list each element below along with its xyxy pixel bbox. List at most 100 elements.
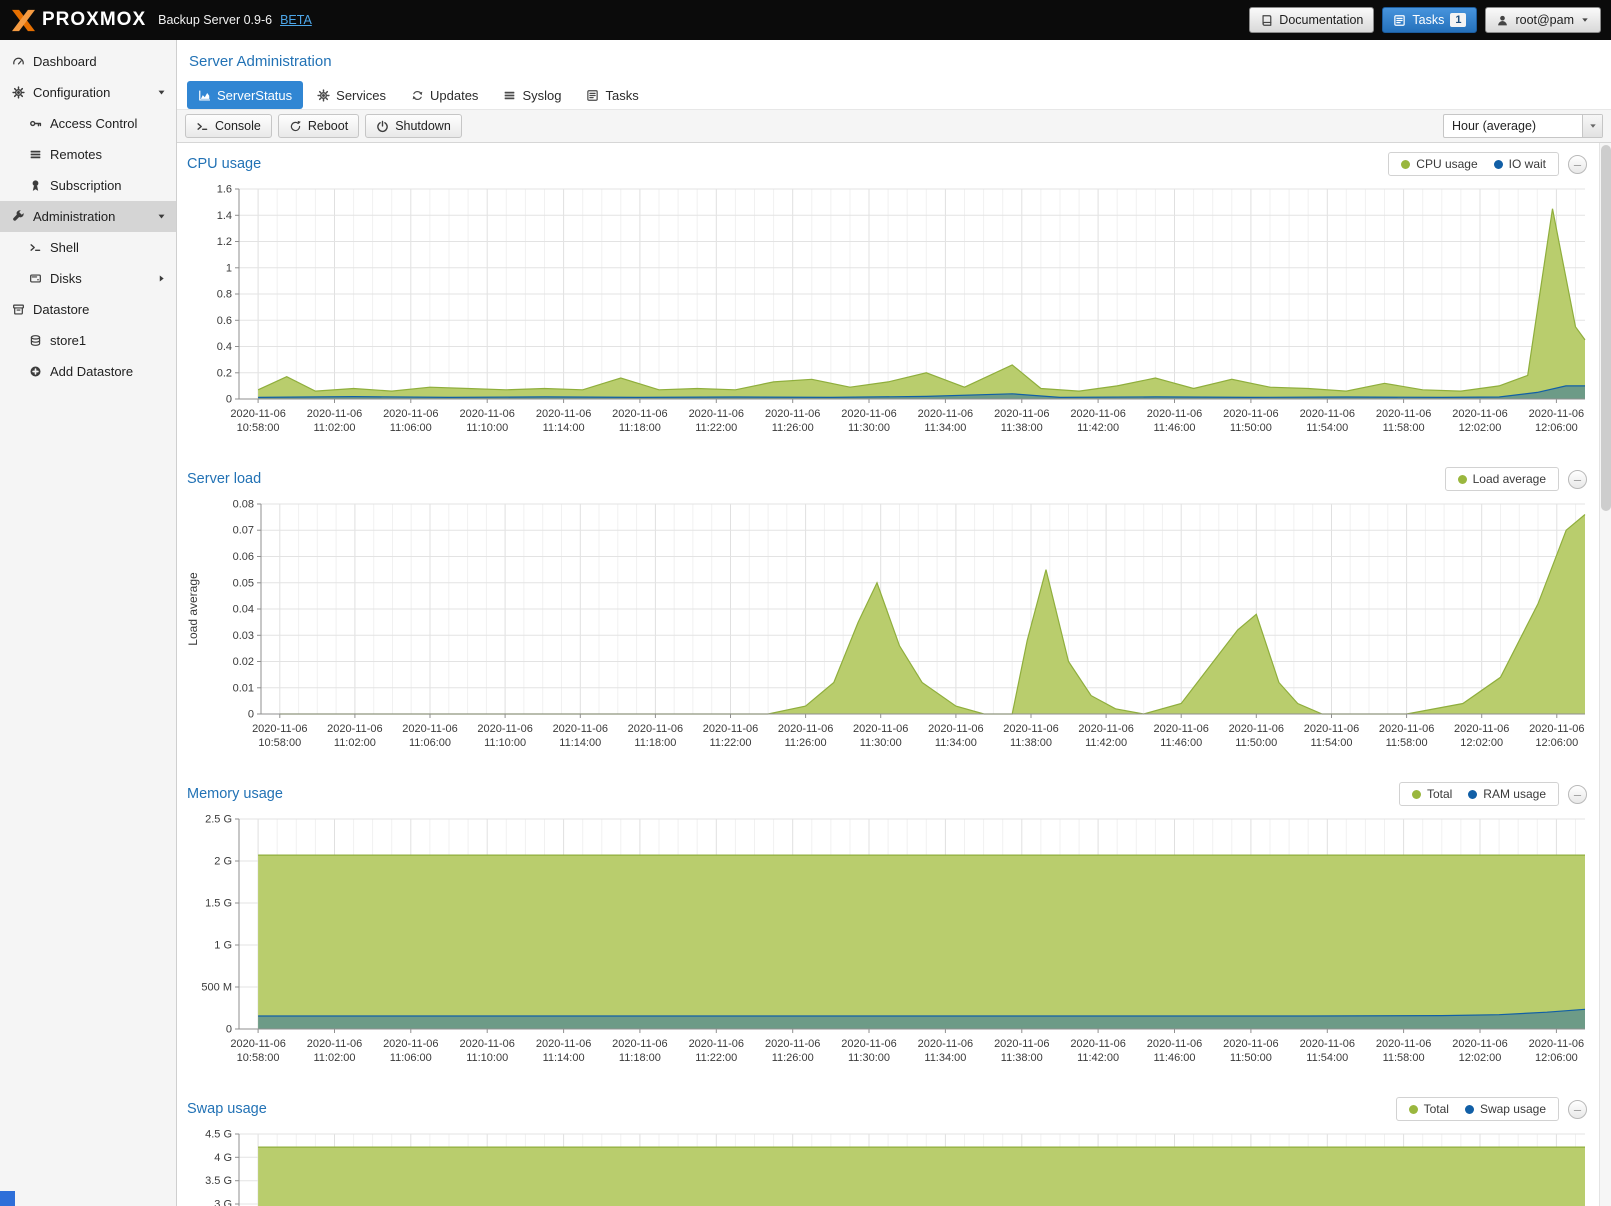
sidebar-item-shell[interactable]: Shell (0, 232, 176, 263)
expand-down-icon (153, 211, 169, 222)
legend-dot (1412, 790, 1421, 799)
svg-text:0.06: 0.06 (233, 551, 254, 563)
tab-updates[interactable]: Updates (400, 81, 489, 109)
svg-text:11:42:00: 11:42:00 (1077, 422, 1119, 434)
svg-text:3.5 G: 3.5 G (205, 1175, 232, 1187)
configuration-icon (10, 86, 26, 99)
svg-text:11:06:00: 11:06:00 (390, 1052, 432, 1064)
svg-text:0: 0 (248, 709, 254, 721)
panel-header-server-load: Server loadLoad average– (183, 464, 1591, 494)
sidebar-item-dashboard[interactable]: Dashboard (0, 46, 176, 77)
svg-text:11:38:00: 11:38:00 (1001, 422, 1043, 434)
svg-text:2020-11-06: 2020-11-06 (1147, 1038, 1202, 1050)
sidebar-item-label: Administration (33, 209, 115, 224)
tab-label: Services (336, 88, 386, 103)
panel-memory-usage: Memory usageTotalRAM usage–0500 M1 G1.5 … (183, 779, 1591, 1078)
sidebar-item-remotes[interactable]: Remotes (0, 139, 176, 170)
tab-syslog[interactable]: Syslog (492, 81, 572, 109)
beta-link[interactable]: BETA (280, 13, 312, 27)
console-button[interactable]: Console (185, 114, 272, 138)
collapse-tool-memory-usage[interactable]: – (1568, 785, 1587, 804)
collapse-tool-server-load[interactable]: – (1568, 470, 1587, 489)
panel-swap-usage: Swap usageTotalSwap usage–0500 M1 G1.5 G… (183, 1094, 1591, 1206)
legend-cpu-usage: CPU usageIO wait (1388, 152, 1559, 176)
sidebar-item-label: Remotes (50, 147, 102, 162)
sidebar-item-store1[interactable]: store1 (0, 325, 176, 356)
svg-text:1.2: 1.2 (217, 236, 232, 248)
svg-text:2020-11-06: 2020-11-06 (230, 1038, 285, 1050)
vertical-scrollbar[interactable] (1599, 143, 1611, 1206)
svg-text:2020-11-06: 2020-11-06 (918, 1038, 973, 1050)
scrollbar-thumb[interactable] (1601, 145, 1611, 511)
svg-text:11:54:00: 11:54:00 (1310, 737, 1352, 749)
tab-services[interactable]: Services (306, 81, 397, 109)
sidebar-item-configuration[interactable]: Configuration (0, 77, 176, 108)
reboot-button[interactable]: Reboot (278, 114, 359, 138)
documentation-icon (1260, 14, 1273, 27)
header: PROXMOX Backup Server 0.9-6 BETA Documen… (0, 0, 1611, 40)
sidebar-item-add-datastore[interactable]: Add Datastore (0, 356, 176, 387)
tab-serverstatus[interactable]: ServerStatus (187, 81, 303, 109)
collapse-tool-cpu-usage[interactable]: – (1568, 155, 1587, 174)
tasks-button[interactable]: Tasks 1 (1382, 7, 1477, 33)
timeframe-value: Hour (average) (1444, 115, 1582, 137)
toolbar-buttons: ConsoleRebootShutdown (185, 114, 462, 138)
svg-text:2020-11-06: 2020-11-06 (307, 408, 362, 420)
collapse-tool-swap-usage[interactable]: – (1568, 1100, 1587, 1119)
svg-text:12:06:00: 12:06:00 (1535, 422, 1578, 434)
sidebar-item-administration[interactable]: Administration (0, 201, 176, 232)
svg-text:2020-11-06: 2020-11-06 (230, 408, 285, 420)
shutdown-button[interactable]: Shutdown (365, 114, 462, 138)
svg-text:0.6: 0.6 (217, 315, 232, 327)
svg-text:11:06:00: 11:06:00 (390, 422, 432, 434)
svg-text:2020-11-06: 2020-11-06 (1003, 723, 1058, 735)
remotes-icon (27, 148, 43, 161)
timeframe-select[interactable]: Hour (average) (1443, 114, 1603, 138)
sidebar-item-label: Dashboard (33, 54, 97, 69)
svg-text:2020-11-06: 2020-11-06 (1529, 408, 1584, 420)
legend-item-ram-usage: RAM usage (1468, 787, 1546, 801)
svg-text:11:26:00: 11:26:00 (785, 737, 827, 749)
server-load-chart: 00.010.020.030.040.050.060.070.082020-11… (183, 494, 1591, 763)
timeframe-trigger[interactable] (1582, 115, 1602, 137)
caret-down-icon (1580, 15, 1590, 25)
access-control-icon (27, 117, 43, 130)
svg-text:0.03: 0.03 (233, 630, 254, 642)
sidebar-item-subscription[interactable]: Subscription (0, 170, 176, 201)
svg-text:11:50:00: 11:50:00 (1230, 1052, 1272, 1064)
svg-text:11:42:00: 11:42:00 (1085, 737, 1127, 749)
legend-label: Load average (1473, 472, 1546, 486)
svg-text:12:06:00: 12:06:00 (1535, 1052, 1578, 1064)
sidebar-item-disks[interactable]: Disks (0, 263, 176, 294)
panel-title-swap-usage: Swap usage (187, 1101, 267, 1117)
legend-label: Swap usage (1480, 1102, 1546, 1116)
sidebar-item-datastore[interactable]: Datastore (0, 294, 176, 325)
app-body: Dashboard ConfigurationAccess Control Remo… (0, 40, 1611, 1206)
svg-text:2020-11-06: 2020-11-06 (1304, 723, 1359, 735)
svg-text:2020-11-06: 2020-11-06 (1229, 723, 1284, 735)
svg-text:11:46:00: 11:46:00 (1153, 422, 1195, 434)
toolbar: ConsoleRebootShutdown Hour (average) (177, 109, 1611, 143)
svg-text:2020-11-06: 2020-11-06 (1379, 723, 1434, 735)
legend-item-total: Total (1412, 787, 1452, 801)
svg-text:2020-11-06: 2020-11-06 (689, 408, 744, 420)
svg-text:10:58:00: 10:58:00 (237, 1052, 280, 1064)
svg-text:0.8: 0.8 (217, 289, 232, 301)
sidebar-item-label: store1 (50, 333, 86, 348)
documentation-button[interactable]: Documentation (1249, 7, 1374, 33)
svg-text:2020-11-06: 2020-11-06 (1452, 1038, 1507, 1050)
console-icon (196, 120, 209, 133)
sidebar-item-label: Disks (50, 271, 82, 286)
svg-text:1.4: 1.4 (217, 210, 232, 222)
tab-tasks[interactable]: Tasks (575, 81, 649, 109)
sidebar-item-access-control[interactable]: Access Control (0, 108, 176, 139)
svg-text:0.08: 0.08 (233, 499, 254, 511)
legend-label: Total (1427, 787, 1452, 801)
brand: PROXMOX (10, 9, 146, 32)
svg-text:0: 0 (226, 394, 232, 406)
user-menu-button[interactable]: root@pam (1485, 7, 1601, 33)
legend-dot (1409, 1105, 1418, 1114)
svg-text:2020-11-06: 2020-11-06 (459, 408, 514, 420)
svg-text:2020-11-06: 2020-11-06 (612, 1038, 667, 1050)
tasks-icon (586, 89, 599, 102)
